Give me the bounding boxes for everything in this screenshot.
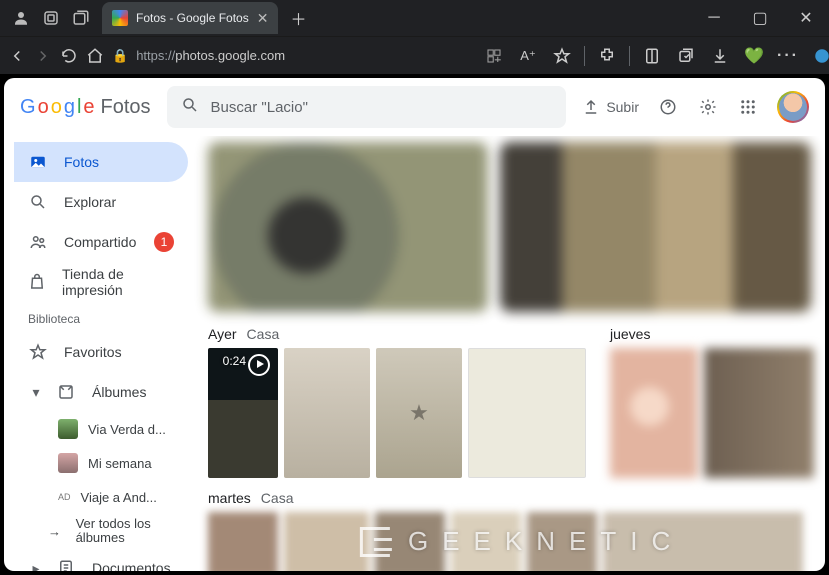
google-photos-logo[interactable]: Google Fotos <box>20 96 151 119</box>
sidebar-label: Álbumes <box>92 384 146 400</box>
featured-memory[interactable] <box>208 142 488 312</box>
photo-thumbnail[interactable] <box>376 348 462 478</box>
favorite-icon[interactable] <box>548 42 576 70</box>
search-icon <box>28 193 48 211</box>
downloads-icon[interactable] <box>706 42 734 70</box>
text-size-icon[interactable]: A⁺ <box>514 42 542 70</box>
sidebar-item-albums[interactable]: ▾ Álbumes <box>14 372 188 412</box>
tabs-icon[interactable] <box>72 9 90 27</box>
document-icon <box>56 559 76 571</box>
album-mi-semana[interactable]: Mi semana <box>14 446 188 480</box>
close-tab-icon[interactable]: ✕ <box>257 10 269 27</box>
album-see-all[interactable]: → Ver todos los álbumes <box>14 514 188 548</box>
sidebar: Fotos Explorar Compartido 1 Tienda de im… <box>4 136 194 571</box>
browser-toolbar: 🔒 https://photos.google.com A⁺ 💚 ··· <box>0 36 829 74</box>
album-label: Mi semana <box>88 456 152 471</box>
album-label: Via Verda d... <box>88 422 166 437</box>
group-location: Casa <box>261 490 294 506</box>
new-tab-button[interactable]: ＋ <box>284 4 312 32</box>
google-photos-app: Google Fotos Buscar "Lacio" Subir <box>4 78 825 571</box>
url-host: photos.google.com <box>175 48 285 63</box>
ad-label: AD <box>58 492 71 502</box>
extension-badge-icon[interactable]: 💚 <box>740 42 768 70</box>
refresh-button[interactable] <box>60 42 78 70</box>
reader-icon[interactable] <box>638 42 666 70</box>
help-icon[interactable] <box>657 96 679 118</box>
star-icon <box>28 343 48 361</box>
group-location: Casa <box>247 326 280 342</box>
photo-thumbnail[interactable] <box>284 348 370 478</box>
minimize-button[interactable]: ─ <box>691 0 737 36</box>
chevron-down-icon[interactable]: ▾ <box>28 384 44 401</box>
sidebar-item-print[interactable]: Tienda de impresión <box>14 262 188 302</box>
maximize-button[interactable]: ▢ <box>737 0 783 36</box>
video-duration: 0:24 <box>223 354 246 368</box>
album-ad-viaje[interactable]: AD Viaje a And... <box>14 480 188 514</box>
search-input[interactable]: Buscar "Lacio" <box>167 86 567 128</box>
home-button[interactable] <box>86 42 104 70</box>
profile-icon[interactable] <box>12 9 30 27</box>
album-label: Ver todos los álbumes <box>76 517 188 546</box>
photos-icon <box>28 153 48 171</box>
back-button[interactable] <box>8 42 26 70</box>
close-window-button[interactable]: ✕ <box>783 0 829 36</box>
sidebar-item-favorites[interactable]: Favoritos <box>14 332 188 372</box>
copilot-icon[interactable] <box>808 42 829 70</box>
sidebar-item-explore[interactable]: Explorar <box>14 182 188 222</box>
sidebar-item-shared[interactable]: Compartido 1 <box>14 222 188 262</box>
product-name: Fotos <box>101 96 151 119</box>
sidebar-label: Explorar <box>64 194 116 210</box>
bag-icon <box>28 273 46 291</box>
album-label: Viaje a And... <box>81 490 157 505</box>
app-header: Google Fotos Buscar "Lacio" Subir <box>4 78 825 136</box>
address-bar[interactable]: 🔒 https://photos.google.com <box>112 42 472 70</box>
chevron-right-icon[interactable]: ▸ <box>28 560 44 572</box>
arrow-right-icon: → <box>48 524 66 539</box>
group-day: Ayer <box>208 326 237 342</box>
workspace-icon[interactable] <box>42 9 60 27</box>
photo-thumbnail[interactable] <box>610 348 698 478</box>
upload-label: Subir <box>606 99 639 115</box>
browser-titlebar: Fotos - Google Fotos ✕ ＋ ─ ▢ ✕ <box>0 0 829 36</box>
photo-grid: Ayer Casa 0:24 <box>194 136 825 571</box>
sidebar-label: Favoritos <box>64 344 122 360</box>
tab-title: Fotos - Google Fotos <box>136 11 249 25</box>
featured-memory[interactable] <box>500 142 811 312</box>
forward-button[interactable] <box>34 42 52 70</box>
album-icon <box>56 383 76 401</box>
settings-icon[interactable] <box>697 96 719 118</box>
group-day: jueves <box>610 326 650 342</box>
menu-icon[interactable]: ··· <box>774 42 802 70</box>
notification-badge: 1 <box>154 232 174 252</box>
sidebar-label: Documentos <box>92 560 171 571</box>
sidebar-label: Compartido <box>64 234 136 250</box>
album-via-verda[interactable]: Via Verda d... <box>14 412 188 446</box>
album-thumb-icon <box>58 453 78 473</box>
album-thumb-icon <box>58 419 78 439</box>
sidebar-label: Fotos <box>64 154 99 170</box>
photo-thumbnail[interactable] <box>704 348 814 478</box>
shared-icon <box>28 233 48 251</box>
sidebar-item-photos[interactable]: Fotos <box>14 142 188 182</box>
search-icon <box>181 96 199 119</box>
photo-thumbnail-video[interactable]: 0:24 <box>208 348 278 478</box>
lock-icon: 🔒 <box>112 48 128 64</box>
upload-button[interactable]: Subir <box>582 98 639 116</box>
url-protocol: https:// <box>136 48 175 63</box>
group-day: martes <box>208 490 251 506</box>
library-section-label: Biblioteca <box>14 302 188 332</box>
account-avatar[interactable] <box>777 91 809 123</box>
favicon-icon <box>112 10 128 26</box>
app-grid-icon[interactable] <box>480 42 508 70</box>
browser-tab[interactable]: Fotos - Google Fotos ✕ <box>102 2 278 34</box>
photo-strip[interactable] <box>208 512 811 571</box>
photo-thumbnail[interactable] <box>468 348 586 478</box>
sidebar-item-documents[interactable]: ▸ Documentos <box>14 548 188 571</box>
sidebar-label: Tienda de impresión <box>62 266 174 298</box>
collections-icon[interactable] <box>672 42 700 70</box>
search-placeholder: Buscar "Lacio" <box>211 99 308 116</box>
extensions-icon[interactable] <box>593 42 621 70</box>
apps-grid-icon[interactable] <box>737 96 759 118</box>
